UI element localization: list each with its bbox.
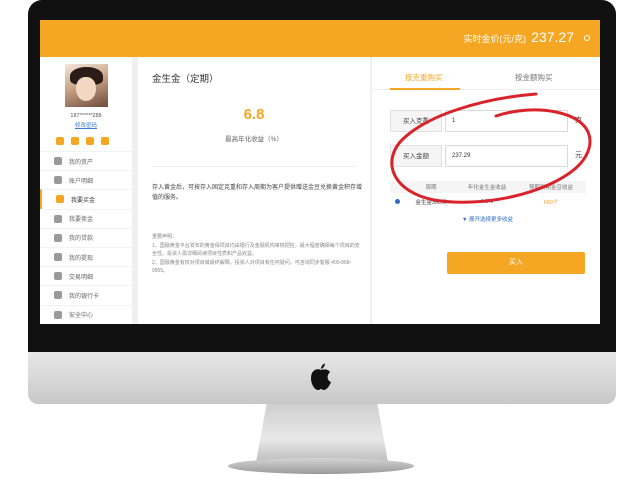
weight-input[interactable]: 1 bbox=[445, 110, 568, 132]
apple-logo-icon bbox=[311, 363, 331, 390]
row-period: 金生金360天 bbox=[415, 200, 447, 206]
notice-title: 重要声明： bbox=[152, 234, 178, 240]
detail-icon bbox=[54, 272, 62, 281]
plan-table: 周期 年化金生金收益 预期到期金豆收益 金生金360天 6.8% 680个 bbox=[390, 181, 586, 211]
wallet-icon bbox=[54, 253, 62, 262]
product-title: 金生金（定期） bbox=[152, 74, 219, 85]
weight-unit: 克 bbox=[575, 117, 582, 124]
product-notice: 重要声明： 1、国融黄金平台发布的黄金保项目均由银行及金融机构审核把控，最大程度… bbox=[152, 233, 364, 276]
row-beans: 680个 bbox=[543, 200, 559, 206]
bank-icon[interactable] bbox=[71, 137, 79, 145]
sidebar: 187******288 修改密码 我的资产 账户明细 我要买金 我要卖金 我的… bbox=[40, 57, 132, 324]
amount-unit: 元 bbox=[575, 152, 582, 159]
expand-more-link[interactable]: ▼ 展开选择更多收益 bbox=[462, 215, 513, 223]
sidebar-item-buy-gold[interactable]: 我要买金 bbox=[40, 189, 132, 209]
product-rate: 6.8 bbox=[243, 106, 265, 123]
card-icon bbox=[54, 291, 62, 300]
product-rate-label: 最高年化收益（%） bbox=[225, 136, 283, 143]
amount-field: 买入金额 237.29 元 bbox=[390, 145, 584, 167]
gold-price-value: 237.27 bbox=[531, 29, 574, 45]
user-icon[interactable] bbox=[56, 137, 64, 145]
tab-buy-by-amount[interactable]: 按金额购买 bbox=[515, 72, 553, 83]
refresh-icon[interactable] bbox=[584, 35, 590, 41]
row-rate: 6.8% bbox=[480, 199, 494, 205]
sidebar-item-label: 我的贷款 bbox=[69, 236, 94, 243]
weight-field: 买入克重 1 克 bbox=[390, 110, 584, 132]
cart-icon bbox=[54, 214, 62, 223]
amount-input[interactable]: 237.29 bbox=[445, 145, 568, 167]
sidebar-menu: 我的资产 账户明细 我要买金 我要卖金 我的贷款 我的提现 交易明细 我的银行卡… bbox=[40, 151, 132, 324]
header-beans: 预期到期金豆收益 bbox=[528, 185, 573, 191]
tab-active-indicator bbox=[390, 88, 460, 90]
plan-table-header: 周期 年化金生金收益 预期到期金豆收益 bbox=[390, 181, 586, 193]
notice-item: 2、国融黄金有权对项目做最终解释。投资人对项目有任何疑问，可咨询同步客服 400… bbox=[152, 259, 352, 275]
sidebar-item-label: 账户明细 bbox=[69, 178, 94, 185]
shield-icon bbox=[54, 310, 62, 319]
weight-label: 买入克重 bbox=[390, 110, 442, 132]
avatar[interactable] bbox=[65, 64, 108, 107]
radio-selected[interactable] bbox=[394, 198, 400, 204]
sidebar-item-label: 交易明细 bbox=[69, 274, 94, 281]
quick-icons bbox=[56, 137, 109, 145]
sidebar-item-security[interactable]: 安全中心 bbox=[40, 304, 132, 324]
sidebar-item-sell-gold[interactable]: 我要卖金 bbox=[40, 208, 132, 228]
divider bbox=[152, 166, 356, 167]
list-icon bbox=[54, 176, 62, 185]
sidebar-item-assets[interactable]: 我的资产 bbox=[40, 151, 132, 170]
tab-buy-by-weight[interactable]: 按克重购买 bbox=[405, 72, 443, 83]
buy-button[interactable]: 买入 bbox=[447, 252, 585, 274]
product-description: 存入黄金后，可按存入固定克重和存入周期为客户提供赠送金豆兑换黄金积存增值的服务。 bbox=[152, 185, 363, 201]
sidebar-item-label: 安全中心 bbox=[69, 313, 94, 320]
sidebar-item-label: 我的资产 bbox=[69, 159, 94, 166]
gold-icon bbox=[56, 195, 64, 204]
notice-item: 1、国融黄金平台发布的黄金保项目均由银行及金融机构审核把控，最大程度确保每个项目… bbox=[152, 242, 360, 258]
table-row[interactable]: 金生金360天 6.8% 680个 bbox=[390, 193, 586, 211]
sidebar-item-account-detail[interactable]: 账户明细 bbox=[40, 170, 132, 189]
buy-panel: 按克重购买 按金额购买 买入克重 1 克 买入金额 237.29 元 周期 年化… bbox=[372, 57, 600, 324]
header-period: 周期 bbox=[425, 185, 437, 191]
sidebar-item-transactions[interactable]: 交易明细 bbox=[40, 266, 132, 285]
amount-label: 买入金额 bbox=[390, 145, 442, 167]
avatar-face bbox=[76, 77, 96, 101]
top-bar: 实时金价(元/克) 237.27 bbox=[40, 20, 600, 57]
header-rate: 年化金生金收益 bbox=[467, 185, 507, 191]
sidebar-item-label: 我的银行卡 bbox=[69, 293, 100, 300]
pie-icon bbox=[54, 157, 62, 166]
monitor-stand bbox=[256, 404, 388, 462]
sidebar-item-loans[interactable]: 我的贷款 bbox=[40, 227, 132, 247]
sidebar-item-label: 我的提现 bbox=[69, 255, 94, 262]
monitor-stand-base bbox=[228, 458, 414, 474]
screen: 实时金价(元/克) 237.27 187******288 修改密码 我的资产 … bbox=[40, 20, 600, 324]
user-id: 187******288 bbox=[70, 113, 102, 119]
gold-price-label: 实时金价(元/克) bbox=[463, 34, 527, 44]
edit-password-link[interactable]: 修改密码 bbox=[40, 121, 132, 129]
loan-icon bbox=[54, 233, 62, 242]
product-panel: 金生金（定期） 6.8 最高年化收益（%） 存入黄金后，可按存入固定克重和存入周… bbox=[138, 57, 370, 324]
sidebar-item-label: 我要卖金 bbox=[69, 217, 94, 224]
mail-icon[interactable] bbox=[101, 137, 109, 145]
sidebar-item-label: 我要买金 bbox=[71, 197, 96, 204]
sidebar-item-bank-card[interactable]: 我的银行卡 bbox=[40, 285, 132, 304]
key-icon[interactable] bbox=[86, 137, 94, 145]
sidebar-item-withdraw[interactable]: 我的提现 bbox=[40, 246, 132, 266]
